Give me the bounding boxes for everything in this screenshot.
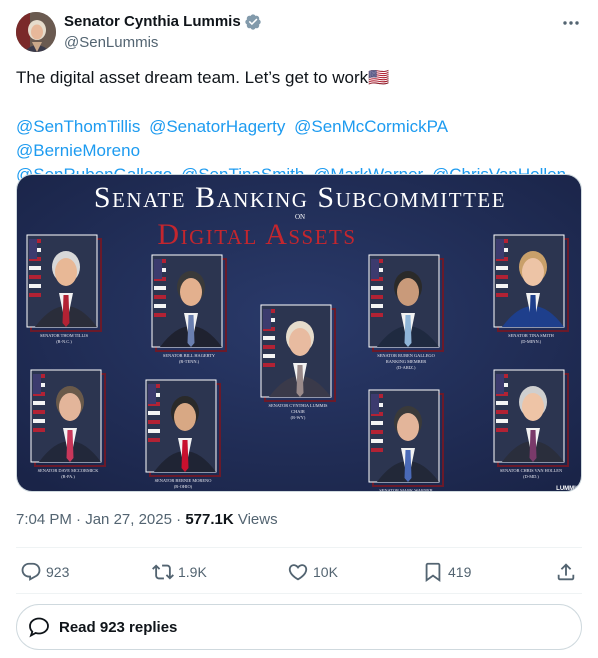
senator-portrait bbox=[30, 369, 106, 467]
avatar-portrait bbox=[16, 12, 56, 52]
mention-link[interactable]: @BernieMoreno bbox=[16, 141, 140, 160]
senator-caption-line: SENATOR MARK WARNER bbox=[379, 488, 433, 492]
chat-bubble-icon bbox=[29, 617, 49, 638]
repost-button[interactable]: 1.9K bbox=[152, 556, 207, 588]
senator-portrait bbox=[145, 379, 221, 477]
views-label: Views bbox=[237, 511, 278, 528]
divider bbox=[16, 547, 582, 548]
tweet-meta: 7:04 PM · Jan 27, 2025 · 577.1K Views bbox=[16, 510, 278, 530]
repost-icon bbox=[152, 564, 174, 580]
meta-separator: · bbox=[76, 511, 82, 528]
share-button[interactable] bbox=[555, 556, 577, 588]
like-button[interactable]: 10K bbox=[287, 556, 338, 588]
views-count: 577.1K bbox=[185, 511, 234, 528]
senator-caption-line: (D-MD.) bbox=[523, 474, 539, 479]
senator-caption-line: SENATOR THOM TILLIS bbox=[40, 333, 89, 338]
tweet-text: The digital asset dream team. Let’s get … bbox=[16, 66, 582, 90]
senator-portrait bbox=[368, 389, 444, 487]
senator-portrait bbox=[151, 254, 227, 352]
senator-portrait bbox=[368, 254, 444, 352]
senator-caption-line: RANKING MEMBER bbox=[386, 359, 426, 364]
bookmark-count: 419 bbox=[448, 564, 472, 580]
tweet-date[interactable]: Jan 27, 2025 bbox=[85, 511, 172, 528]
senator-caption-line: SENATOR CHRIS VAN HOLLEN bbox=[500, 468, 563, 473]
author-handle[interactable]: @SenLummis bbox=[64, 33, 262, 53]
senator-caption-line: SENATOR BILL HAGERTY bbox=[163, 353, 216, 358]
subcommittee-graphic: Senate Banking Subcommittee ON Digital A… bbox=[17, 175, 581, 492]
graphic-logo-text: LUMMIS bbox=[556, 486, 580, 492]
author-display-name[interactable]: Senator Cynthia Lummis bbox=[64, 12, 241, 32]
verified-badge-icon[interactable] bbox=[244, 13, 262, 31]
repost-count: 1.9K bbox=[178, 564, 207, 580]
avatar[interactable] bbox=[16, 12, 56, 52]
tweet-media-image[interactable]: Senate Banking Subcommittee ON Digital A… bbox=[16, 174, 582, 492]
heart-icon bbox=[288, 564, 308, 581]
graphic-title: Senate Banking Subcommittee bbox=[94, 181, 506, 214]
read-replies-button[interactable]: Read 923 replies bbox=[16, 604, 582, 650]
more-options-icon[interactable] bbox=[560, 12, 582, 34]
read-replies-label: Read 923 replies bbox=[59, 618, 178, 636]
reply-button[interactable]: 923 bbox=[20, 556, 69, 588]
senator-caption-line: SENATOR BERNIE MORENO bbox=[155, 478, 212, 483]
senator-caption-line: (R-TENN.) bbox=[179, 359, 200, 364]
senator-caption-line: (R-N.C.) bbox=[56, 339, 72, 344]
author-name-row[interactable]: Senator Cynthia Lummis bbox=[64, 12, 262, 32]
senator-caption-line: (D-ARIZ.) bbox=[397, 365, 416, 370]
senator-caption-line: (R-PA.) bbox=[61, 474, 75, 479]
senator-caption-line: SENATOR RUBEN GALLEGO bbox=[377, 353, 434, 358]
share-icon bbox=[557, 563, 575, 581]
reply-icon bbox=[21, 562, 41, 581]
mention-link[interactable]: @SenatorHagerty bbox=[149, 117, 285, 136]
mention-link[interactable]: @SenMcCormickPA bbox=[294, 117, 448, 136]
senator-caption-line: SENATOR DAVE MCCORMICK bbox=[38, 468, 100, 473]
senator-caption-line: (D-MINN.) bbox=[521, 339, 542, 344]
meta-separator: · bbox=[176, 511, 182, 528]
tweet-time[interactable]: 7:04 PM bbox=[16, 511, 72, 528]
senator-portrait bbox=[260, 304, 336, 402]
senator-portrait bbox=[26, 234, 102, 332]
senator-caption-line: CHAIR bbox=[291, 409, 305, 414]
tweet-body: The digital asset dream team. Let’s get … bbox=[16, 68, 390, 87]
senator-caption-line: (R-WY) bbox=[291, 415, 306, 420]
reply-count: 923 bbox=[46, 564, 70, 580]
senator-portrait bbox=[493, 369, 569, 467]
divider bbox=[16, 593, 582, 594]
bookmark-button[interactable]: 419 bbox=[422, 556, 471, 588]
bookmark-icon bbox=[425, 562, 441, 583]
senator-caption-line: (R-OHIO) bbox=[174, 484, 193, 489]
tweet-header: Senator Cynthia Lummis @SenLummis bbox=[16, 12, 582, 54]
senator-caption-line: SENATOR CYNTHIA LUMMIS bbox=[269, 403, 329, 408]
like-count: 10K bbox=[313, 564, 338, 580]
mention-link[interactable]: @SenThomTillis bbox=[16, 117, 140, 136]
senator-caption: SENATOR MARK WARNER(D-VA.) bbox=[379, 488, 433, 492]
graphic-subtitle: Digital Assets bbox=[157, 218, 356, 251]
senator-portrait bbox=[493, 234, 569, 332]
action-bar: 923 1.9K 10K 419 bbox=[16, 556, 582, 588]
senator-caption-line: SENATOR TINA SMITH bbox=[508, 333, 555, 338]
